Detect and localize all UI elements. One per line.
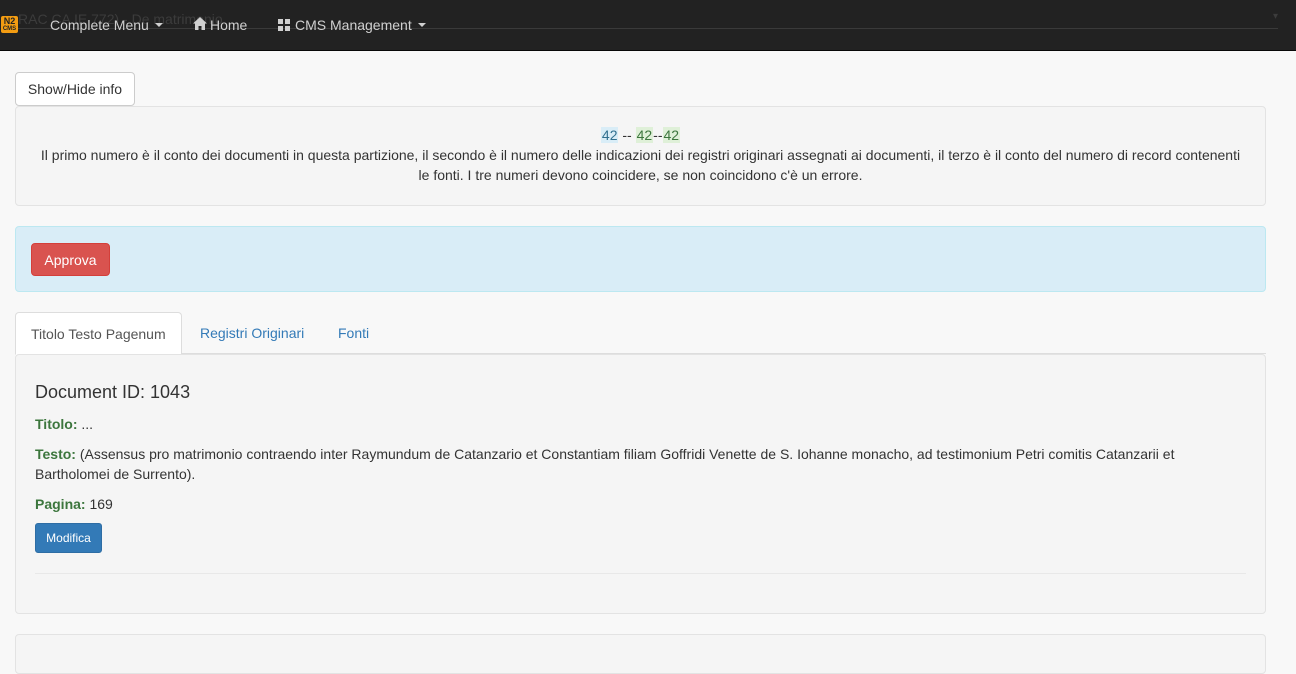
count-separator: -- xyxy=(618,127,636,143)
divider xyxy=(35,573,1246,574)
nav-cms-management[interactable]: CMS Management xyxy=(278,16,426,34)
nav-complete-menu-label: Complete Menu xyxy=(50,17,149,33)
document-tabs: Titolo Testo Pagenum Registri Originari … xyxy=(15,312,1266,355)
chevron-down-icon: ▾ xyxy=(1272,11,1278,22)
caret-down-icon xyxy=(154,23,163,27)
home-icon xyxy=(193,17,207,33)
document-count: 42 xyxy=(600,127,619,143)
approve-alert-box: Approva xyxy=(15,226,1266,292)
tab-titolo-testo-pagenum[interactable]: Titolo Testo Pagenum xyxy=(15,312,182,355)
edit-button[interactable]: Modifica xyxy=(35,523,102,553)
count-summary: 42 -- 42--42 xyxy=(36,125,1245,145)
logo-bottom-text: CMS xyxy=(2,26,17,32)
register-count: 42 xyxy=(635,127,654,143)
titolo-label: Titolo: xyxy=(35,416,78,432)
document-panel: Document ID: 1043 Titolo: ... Testo: (As… xyxy=(15,354,1266,614)
count-separator: -- xyxy=(653,127,663,143)
info-panel: 42 -- 42--42 Il primo numero è il conto … xyxy=(15,106,1266,206)
nav-cms-management-label: CMS Management xyxy=(295,17,412,33)
testo-label: Testo: xyxy=(35,446,76,462)
tab-registri-originari[interactable]: Registri Originari xyxy=(185,312,319,354)
titolo-value: ... xyxy=(81,416,94,432)
tab-fonti[interactable]: Fonti xyxy=(323,312,384,354)
nav-complete-menu[interactable]: Complete Menu xyxy=(50,16,163,34)
grid-icon xyxy=(278,19,290,31)
pagina-field: Pagina: 169 xyxy=(35,494,1246,514)
show-hide-info-button[interactable]: Show/Hide info xyxy=(15,72,135,106)
titolo-field: Titolo: ... xyxy=(35,414,1246,434)
testo-field: Testo: (Assensus pro matrimonio contraen… xyxy=(35,444,1246,484)
next-document-panel xyxy=(15,634,1266,674)
pagina-value: 169 xyxy=(89,496,113,512)
brand-logo[interactable]: N2 CMS xyxy=(1,16,18,33)
testo-value: (Assensus pro matrimonio contraendo inte… xyxy=(35,446,1175,482)
source-count: 42 xyxy=(662,127,681,143)
caret-down-icon xyxy=(417,23,426,27)
nav-home-label: Home xyxy=(210,17,248,33)
document-heading: Document ID: 1043 xyxy=(35,382,191,402)
info-description: Il primo numero è il conto dei documenti… xyxy=(40,147,1241,183)
logo-top-text: N2 xyxy=(3,16,16,26)
approve-button[interactable]: Approva xyxy=(31,243,110,276)
pagina-label: Pagina: xyxy=(35,496,86,512)
nav-home[interactable]: Home xyxy=(193,16,247,34)
top-navbar: RAC CA IE 772) - De matrimonio ▾ N2 CMS … xyxy=(0,0,1296,51)
